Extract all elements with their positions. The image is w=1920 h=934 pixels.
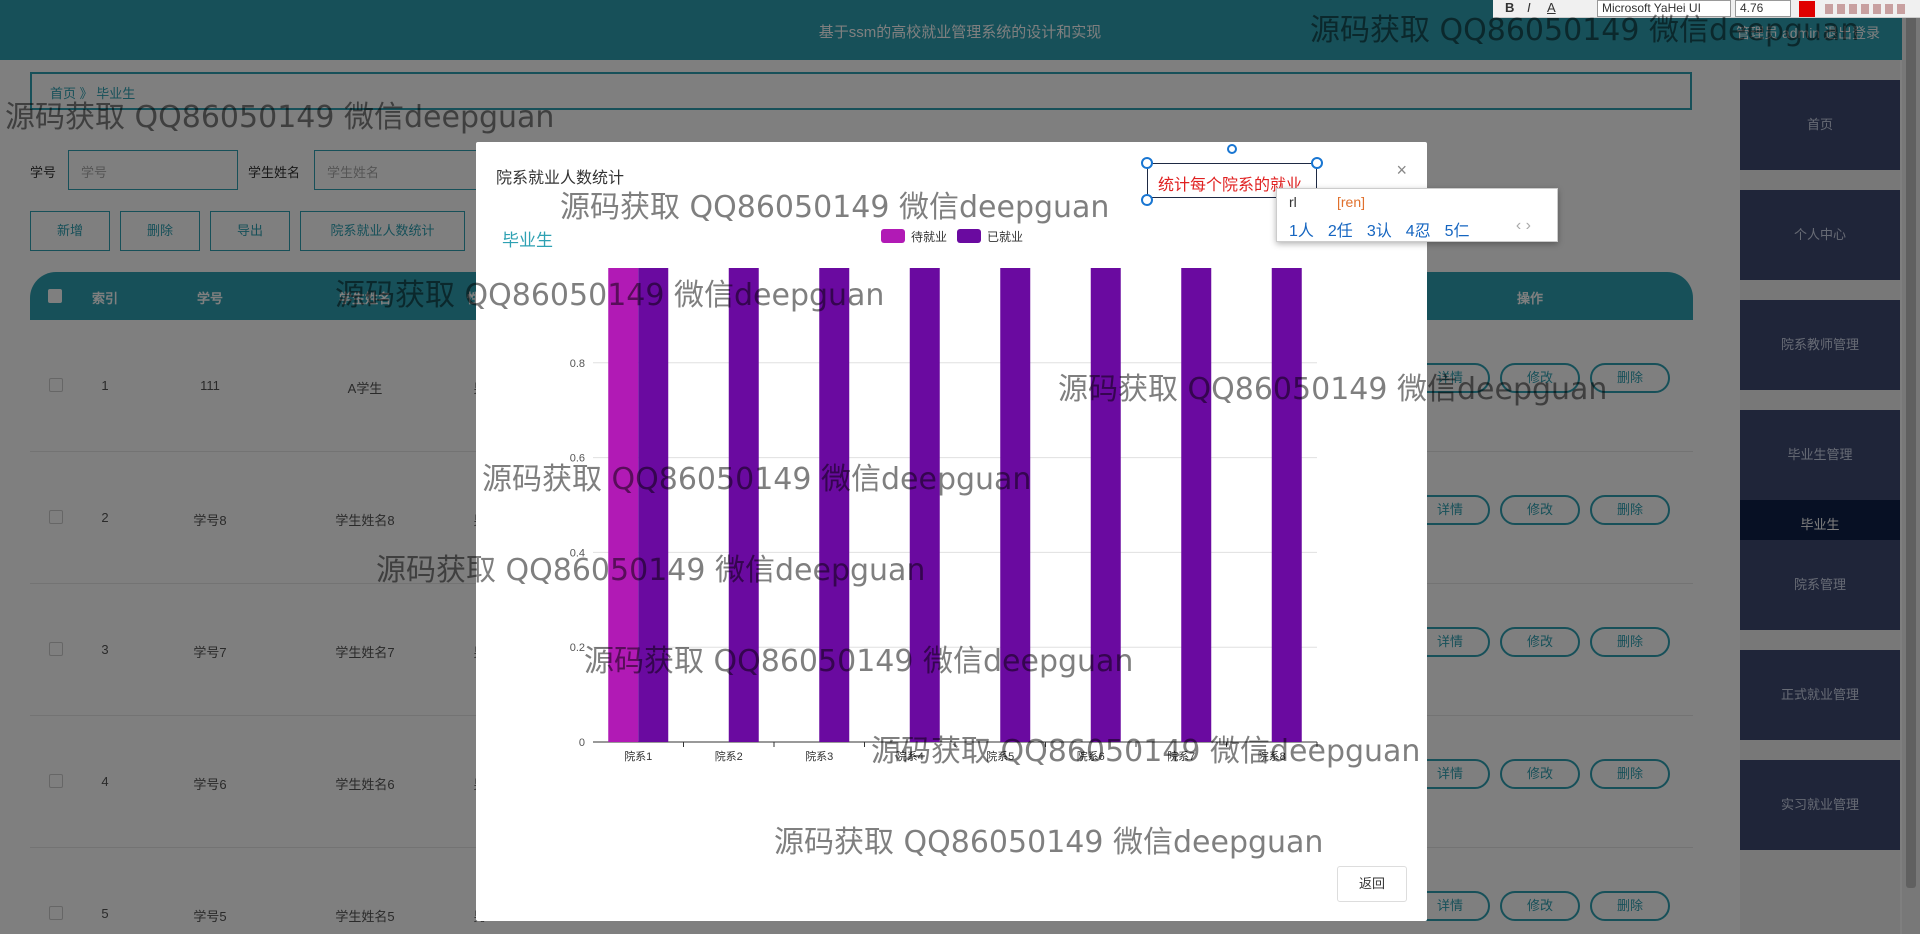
ime-candidates: 1人 2任 3认 4忍 5仁 bbox=[1289, 217, 1484, 241]
legend-label: 待就业 bbox=[911, 230, 948, 244]
watermark-text: 源码获取 QQ86050149 微信deepguan bbox=[584, 644, 1134, 679]
legend-swatch bbox=[881, 229, 905, 243]
ime-candidate[interactable]: 2任 bbox=[1328, 223, 1353, 240]
bar-employed bbox=[1271, 268, 1302, 742]
legend-item-employed[interactable]: 已就业 bbox=[957, 228, 1023, 245]
x-tick-label: 院系1 bbox=[624, 749, 652, 763]
ime-candidate[interactable]: 4忍 bbox=[1406, 223, 1431, 240]
watermark-text: 源码获取 QQ86050149 微信deepguan bbox=[1058, 372, 1608, 407]
legend-item-waiting[interactable]: 待就业 bbox=[881, 228, 947, 245]
legend-swatch bbox=[957, 229, 981, 243]
ime-pinyin: [ren] bbox=[1337, 194, 1366, 210]
watermark-text: 源码获取 QQ86050149 微信deepguan bbox=[871, 734, 1421, 769]
stats-modal: 院系就业人数统计 × 毕业生 待就业 已就业 0 0.2 0.4 0.6 0.8 院系1 院… bbox=[476, 142, 1427, 921]
ime-candidate[interactable]: 3认 bbox=[1367, 223, 1392, 240]
resize-handle[interactable] bbox=[1141, 157, 1153, 169]
resize-handle[interactable] bbox=[1141, 194, 1153, 206]
x-tick-label: 院系3 bbox=[805, 749, 833, 763]
watermark-text: 源码获取 QQ86050149 微信deepguan bbox=[774, 825, 1324, 860]
y-tick-label: 0 bbox=[579, 737, 585, 749]
ime-candidate[interactable]: 1人 bbox=[1289, 223, 1314, 240]
close-icon[interactable]: × bbox=[1396, 160, 1407, 181]
watermark-text: 源码获取 QQ86050149 微信deepguan bbox=[482, 462, 1032, 497]
back-button[interactable]: 返回 bbox=[1337, 866, 1407, 902]
ime-candidate-window: rl [ren] 1人 2任 3认 4忍 5仁 ‹ › bbox=[1276, 188, 1558, 242]
y-tick-label: 0.8 bbox=[570, 358, 585, 370]
ime-page-nav[interactable]: ‹ › bbox=[1516, 217, 1531, 235]
x-tick-label: 院系2 bbox=[715, 749, 743, 763]
ime-candidate[interactable]: 5仁 bbox=[1445, 223, 1470, 240]
chart-category-label: 毕业生 bbox=[502, 231, 553, 250]
watermark-text: 源码获取 QQ86050149 微信deepguan bbox=[5, 100, 555, 135]
watermark-text: 源码获取 QQ86050149 微信deepguan bbox=[1310, 13, 1860, 48]
watermark-text: 源码获取 QQ86050149 微信deepguan bbox=[560, 190, 1110, 225]
ime-input: rl bbox=[1289, 194, 1297, 210]
y-tick-label: 0.2 bbox=[570, 642, 585, 654]
rotate-handle[interactable] bbox=[1227, 144, 1237, 154]
resize-handle[interactable] bbox=[1311, 157, 1323, 169]
bar-employed bbox=[1181, 268, 1212, 742]
legend-label: 已就业 bbox=[987, 230, 1024, 244]
watermark-text: 源码获取 QQ86050149 微信deepguan bbox=[376, 553, 926, 588]
watermark-text: 源码获取 QQ86050149 微信deepguan bbox=[335, 278, 885, 313]
